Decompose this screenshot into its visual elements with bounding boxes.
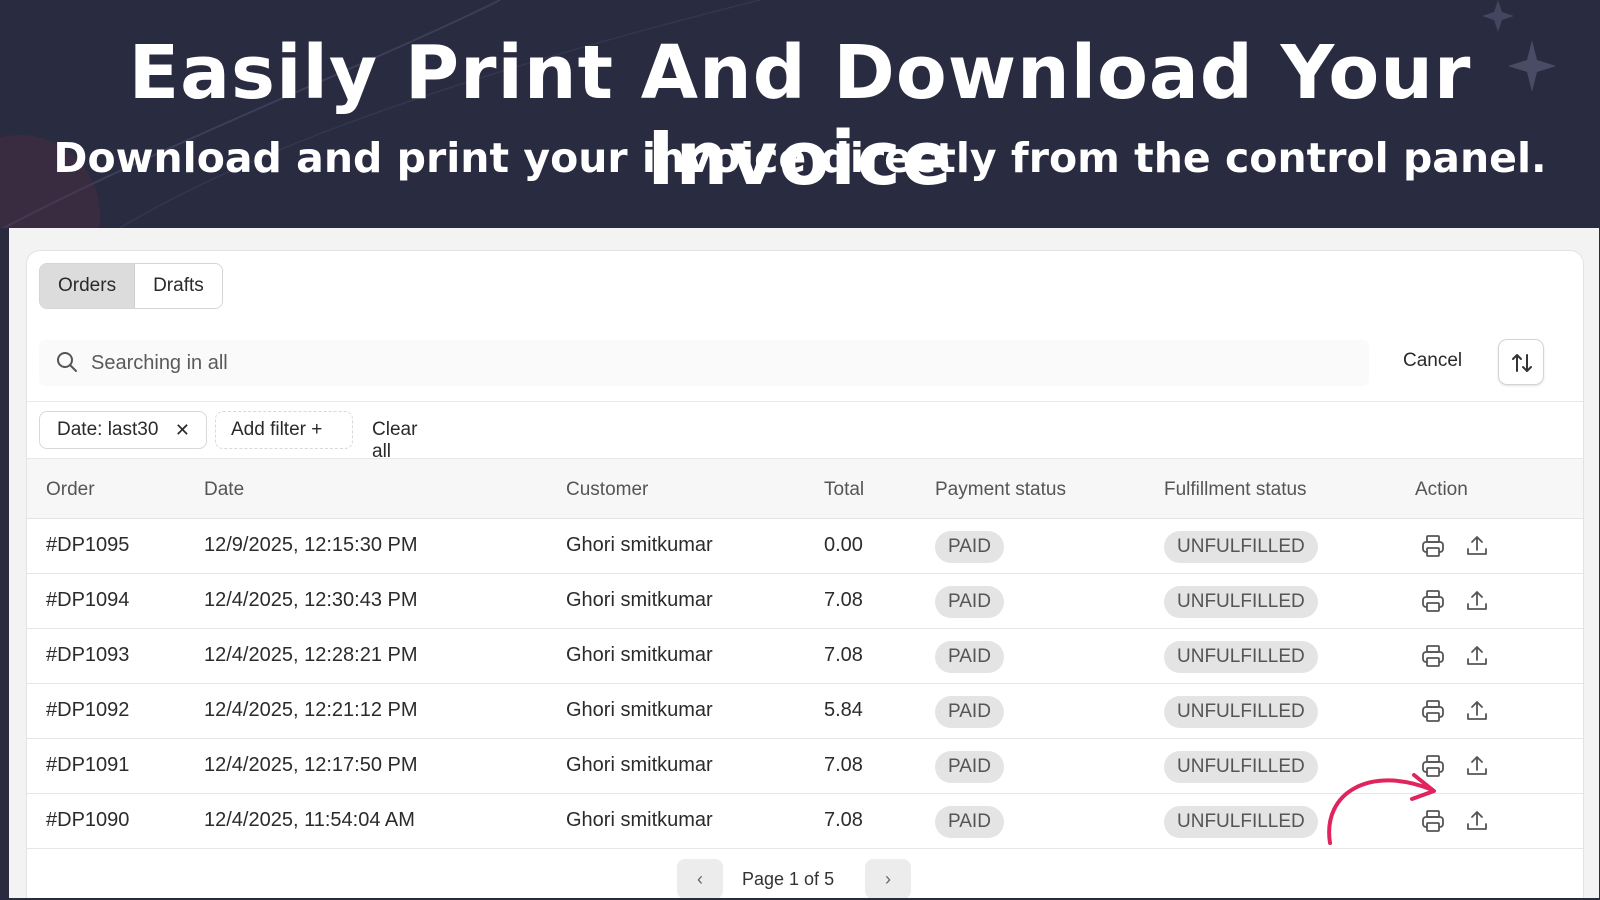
chevron-right-icon: › [885, 869, 891, 889]
table-row[interactable]: #DP1092 12/4/2025, 12:21:12 PM Ghori smi… [27, 684, 1583, 739]
payment-status-badge: PAID [935, 696, 1004, 728]
fulfillment-status-badge: UNFULFILLED [1164, 751, 1318, 783]
cancel-button[interactable]: Cancel [1403, 350, 1462, 372]
close-icon[interactable]: ✕ [175, 412, 190, 448]
table-row[interactable]: #DP1095 12/9/2025, 12:15:30 PM Ghori smi… [27, 519, 1583, 574]
upload-icon[interactable] [1464, 588, 1490, 614]
order-total: 7.08 [824, 809, 863, 831]
tab-orders[interactable]: Orders [40, 264, 136, 308]
sort-icon [1512, 354, 1532, 372]
payment-status-badge: PAID [935, 806, 1004, 838]
previous-page-button[interactable]: ‹ [677, 859, 723, 898]
column-header-fulfillment-status: Fulfillment status [1164, 479, 1307, 500]
add-filter-button[interactable]: Add filter + [215, 411, 353, 449]
order-id[interactable]: #DP1094 [46, 589, 129, 612]
order-date: 12/4/2025, 12:21:12 PM [204, 699, 418, 721]
order-total: 7.08 [824, 589, 863, 611]
order-id[interactable]: #DP1092 [46, 699, 129, 722]
orders-card: Orders Drafts Cancel Date: last30 [26, 250, 1584, 898]
order-id[interactable]: #DP1090 [46, 809, 129, 832]
printer-icon[interactable] [1420, 533, 1446, 559]
column-header-payment-status: Payment status [935, 479, 1066, 500]
order-total: 0.00 [824, 534, 863, 556]
column-header-customer: Customer [566, 479, 649, 500]
fulfillment-status-badge: UNFULFILLED [1164, 641, 1318, 673]
customer-name: Ghori smitkumar [566, 809, 713, 831]
payment-status-badge: PAID [935, 751, 1004, 783]
date-filter-chip[interactable]: Date: last30 ✕ [39, 411, 207, 449]
column-header-total: Total [824, 479, 865, 500]
upload-icon[interactable] [1464, 808, 1490, 834]
order-date: 12/4/2025, 11:54:04 AM [204, 809, 415, 831]
order-total: 5.84 [824, 699, 863, 721]
callout-arrow-icon [1327, 773, 1436, 845]
upload-icon[interactable] [1464, 643, 1490, 669]
customer-name: Ghori smitkumar [566, 699, 713, 721]
upload-icon[interactable] [1464, 698, 1490, 724]
order-total: 7.08 [824, 754, 863, 776]
order-id[interactable]: #DP1095 [46, 534, 129, 557]
upload-icon[interactable] [1464, 753, 1490, 779]
search-input[interactable] [91, 346, 1291, 380]
order-date: 12/9/2025, 12:15:30 PM [204, 534, 418, 556]
banner-subtitle: Download and print your invoice directly… [53, 134, 1547, 182]
page-indicator: Page 1 of 5 [742, 869, 835, 889]
order-date: 12/4/2025, 12:30:43 PM [204, 589, 418, 611]
table-row[interactable]: #DP1093 12/4/2025, 12:28:21 PM Ghori smi… [27, 629, 1583, 684]
sort-button[interactable] [1498, 339, 1544, 385]
fulfillment-status-badge: UNFULFILLED [1164, 806, 1318, 838]
printer-icon[interactable] [1420, 643, 1446, 669]
printer-icon[interactable] [1420, 698, 1446, 724]
customer-name: Ghori smitkumar [566, 534, 713, 556]
order-id[interactable]: #DP1093 [46, 644, 129, 667]
column-header-action: Action [1415, 479, 1468, 500]
search-icon [57, 352, 77, 372]
fulfillment-status-badge: UNFULFILLED [1164, 696, 1318, 728]
date-filter-label: Date: last30 [57, 419, 159, 440]
tab-group: Orders Drafts [39, 263, 223, 309]
order-date: 12/4/2025, 12:17:50 PM [204, 754, 418, 776]
promo-banner: Easily Print And Download Your Invoice D… [0, 0, 1600, 228]
payment-status-badge: PAID [935, 641, 1004, 673]
order-total: 7.08 [824, 644, 863, 666]
fulfillment-status-badge: UNFULFILLED [1164, 586, 1318, 618]
app-frame: Orders Drafts Cancel Date: last30 [9, 228, 1599, 898]
clear-all-button[interactable]: Clear all [372, 419, 417, 463]
column-header-date: Date [204, 479, 245, 500]
customer-name: Ghori smitkumar [566, 644, 713, 666]
customer-name: Ghori smitkumar [566, 589, 713, 611]
table-row[interactable]: #DP1094 12/4/2025, 12:30:43 PM Ghori smi… [27, 574, 1583, 629]
chevron-left-icon: ‹ [697, 869, 703, 889]
fulfillment-status-badge: UNFULFILLED [1164, 531, 1318, 563]
payment-status-badge: PAID [935, 586, 1004, 618]
customer-name: Ghori smitkumar [566, 754, 713, 776]
tab-drafts[interactable]: Drafts [135, 264, 222, 308]
printer-icon[interactable] [1420, 588, 1446, 614]
column-header-order: Order [46, 479, 95, 500]
table-header: Order Date Customer Total Payment status… [27, 458, 1583, 519]
payment-status-badge: PAID [935, 531, 1004, 563]
order-id[interactable]: #DP1091 [46, 754, 129, 777]
search-box[interactable] [39, 340, 1369, 386]
next-page-button[interactable]: › [865, 859, 911, 898]
search-row: Cancel [27, 336, 1583, 402]
order-date: 12/4/2025, 12:28:21 PM [204, 644, 418, 666]
upload-icon[interactable] [1464, 533, 1490, 559]
